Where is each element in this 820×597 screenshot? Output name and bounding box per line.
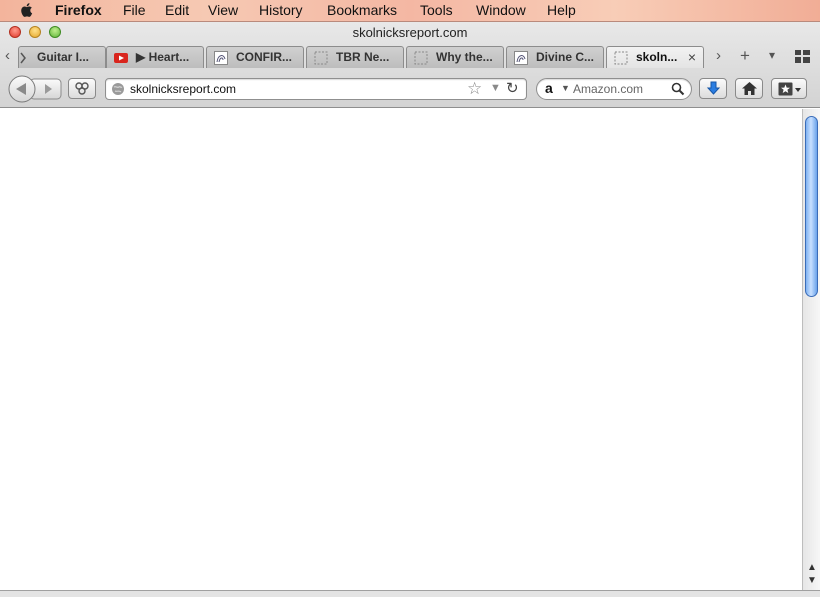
menu-help[interactable]: Help — [547, 2, 576, 18]
tab-skolnick-active[interactable]: skoln... × — [606, 46, 704, 68]
panorama-icon — [75, 82, 89, 95]
forward-button[interactable] — [36, 79, 62, 99]
menu-edit[interactable]: Edit — [165, 2, 189, 18]
back-button[interactable] — [8, 75, 36, 103]
scroll-up-arrow-icon[interactable]: ▲ — [807, 562, 817, 573]
downloads-button[interactable] — [699, 78, 727, 99]
blank-page-icon — [314, 51, 328, 65]
amazon-logo-icon[interactable]: a — [545, 80, 553, 96]
tab-label: CONFIR... — [236, 50, 292, 64]
tab-label: Guitar I... — [37, 50, 90, 64]
tab-label: ▶ Heart... — [136, 50, 190, 64]
reload-icon[interactable]: ↻ — [506, 79, 519, 97]
bookmark-star-icon[interactable]: ☆ — [467, 79, 482, 99]
menu-view[interactable]: View — [208, 2, 238, 18]
tab-groups-icon[interactable] — [795, 50, 810, 63]
tab-tbr-news[interactable]: TBR Ne... — [306, 46, 404, 68]
search-input[interactable]: Amazon.com — [573, 82, 643, 96]
tab-guitar[interactable]: Guitar I... — [18, 46, 106, 68]
menu-window[interactable]: Window — [476, 2, 526, 18]
apple-logo-icon[interactable] — [18, 1, 36, 19]
browser-window-chrome: skolnicksreport.com ‹ Guitar I... ▶ Hear… — [0, 22, 820, 108]
tab-youtube[interactable]: ▶ Heart... — [106, 46, 204, 68]
home-icon — [742, 82, 757, 95]
panorama-button[interactable] — [68, 78, 96, 99]
blank-page-icon — [414, 51, 428, 65]
home-button[interactable] — [735, 78, 763, 99]
navigation-toolbar: skolnicksreport.com ☆ ▼ ↻ a ▼ Amazon.com — [0, 70, 820, 108]
menu-bookmarks[interactable]: Bookmarks — [327, 2, 397, 18]
list-all-tabs-button[interactable]: ▾ — [769, 48, 775, 62]
tab-label: Divine C... — [536, 50, 595, 64]
search-box[interactable]: a ▼ Amazon.com — [536, 78, 692, 100]
youtube-icon — [114, 53, 128, 63]
page-content-area[interactable] — [0, 109, 802, 590]
blank-page-icon — [614, 51, 628, 65]
guitar-page-icon — [20, 52, 26, 64]
tab-label: skoln... — [636, 50, 678, 64]
tab-divine[interactable]: Divine C... — [506, 46, 604, 68]
generic-site-icon — [214, 51, 228, 65]
menu-app-firefox[interactable]: Firefox — [55, 2, 102, 18]
tab-label: TBR Ne... — [336, 50, 390, 64]
tab-why-the[interactable]: Why the... — [406, 46, 504, 68]
generic-site-icon — [514, 51, 528, 65]
new-tab-button[interactable]: + — [740, 46, 750, 66]
url-text[interactable]: skolnicksreport.com — [130, 82, 236, 96]
window-title: skolnicksreport.com — [352, 25, 468, 40]
tab-confir[interactable]: CONFIR... — [206, 46, 304, 68]
globe-icon[interactable] — [111, 82, 125, 96]
bookmarks-star-menu-icon — [778, 82, 801, 96]
scroll-down-arrow-icon[interactable]: ▼ — [807, 575, 817, 586]
vertical-scrollbar[interactable]: ▲ ▼ — [802, 109, 820, 590]
url-bar[interactable]: skolnicksreport.com ☆ ▼ ↻ — [105, 78, 527, 100]
macos-menu-bar: Firefox File Edit View History Bookmarks… — [0, 0, 820, 22]
search-icon[interactable] — [671, 82, 685, 96]
tab-close-icon[interactable]: × — [688, 49, 696, 65]
tab-scroll-left-button[interactable]: ‹ — [5, 47, 10, 64]
menu-history[interactable]: History — [259, 2, 303, 18]
search-engine-dropdown-icon[interactable]: ▼ — [561, 83, 570, 93]
menu-file[interactable]: File — [123, 2, 146, 18]
tab-strip: ‹ Guitar I... ▶ Heart... CONFIR... TBR N… — [0, 46, 820, 68]
tab-label: Why the... — [436, 50, 493, 64]
url-history-dropdown-icon[interactable]: ▼ — [490, 82, 501, 94]
menu-tools[interactable]: Tools — [420, 2, 453, 18]
tab-scroll-right-button[interactable]: › — [716, 47, 721, 64]
bookmarks-menu-button[interactable] — [771, 78, 807, 99]
scrollbar-thumb[interactable] — [805, 116, 818, 297]
download-arrow-icon — [706, 81, 721, 95]
